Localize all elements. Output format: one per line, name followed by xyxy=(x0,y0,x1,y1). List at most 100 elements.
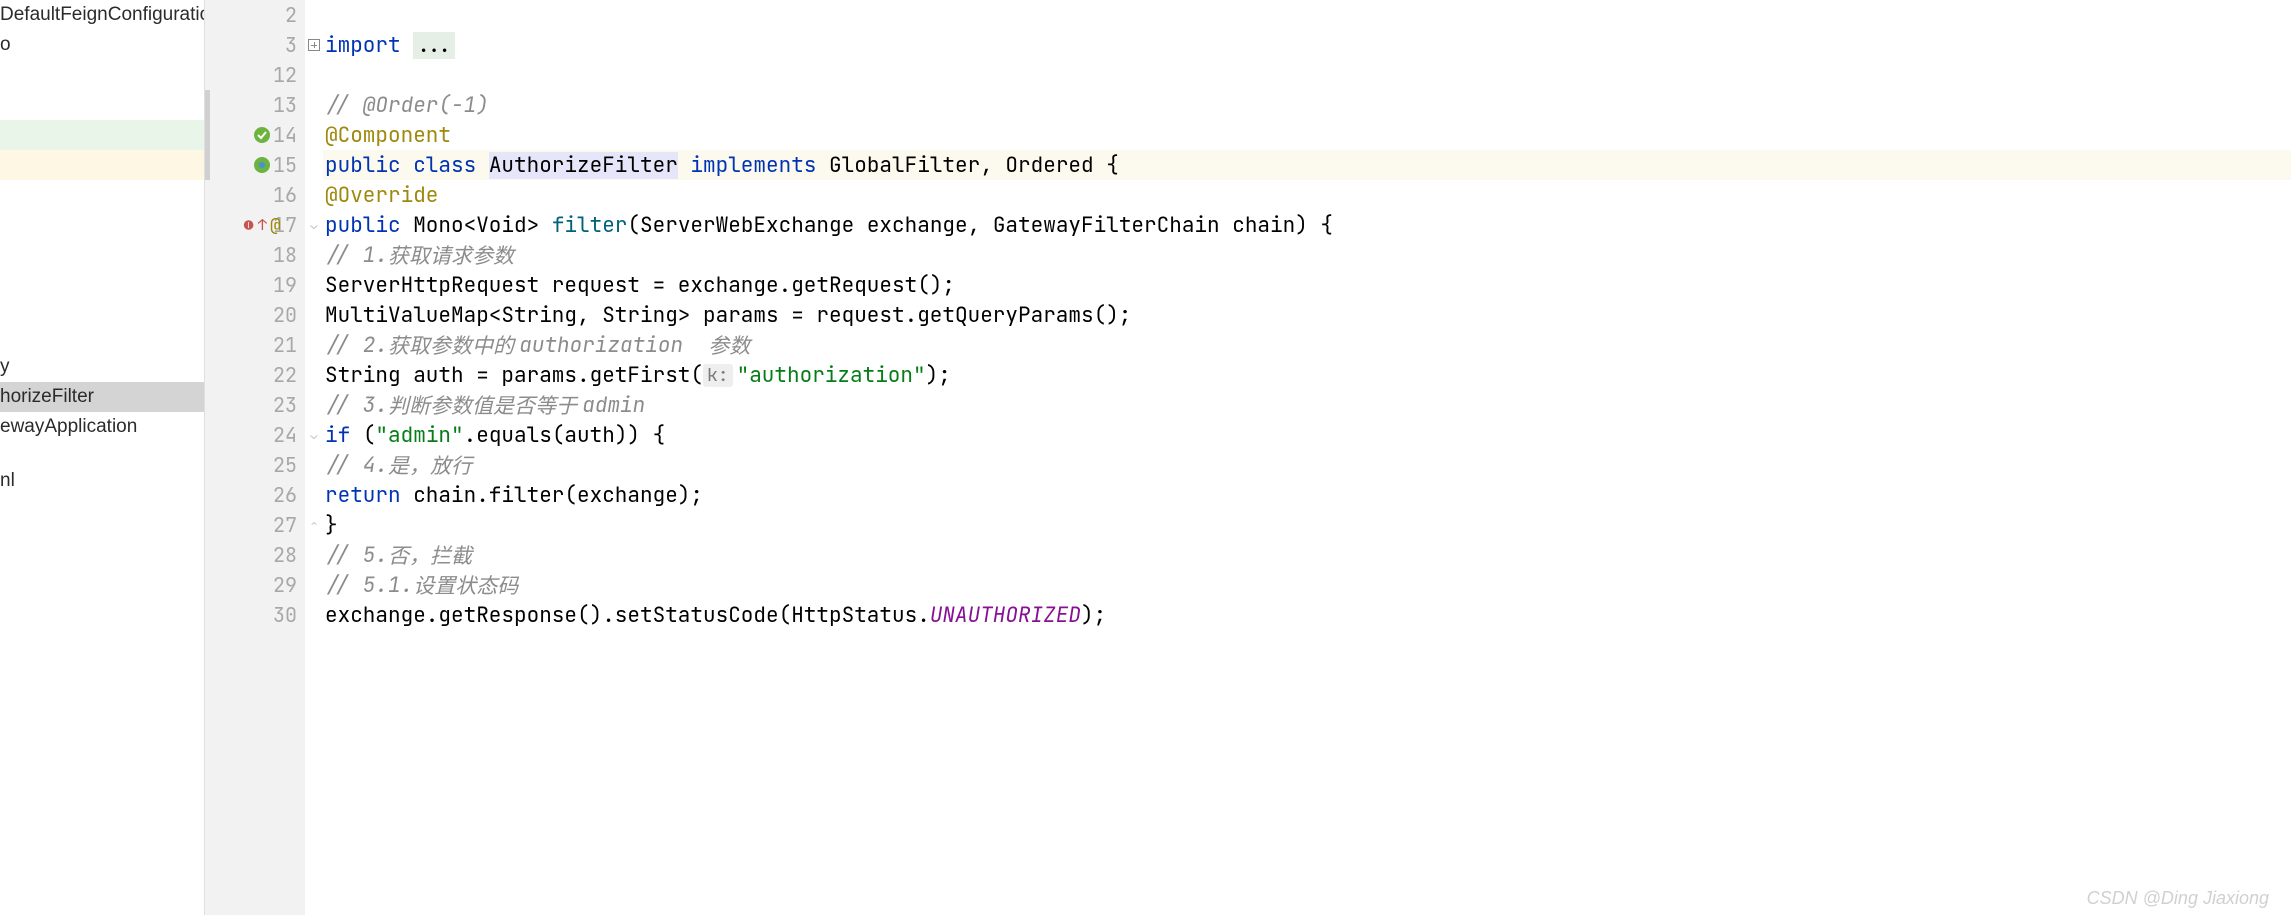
spring-bean-icon[interactable] xyxy=(252,125,272,145)
tree-label: DefaultFeignConfiguratio xyxy=(0,4,205,26)
line-number: 12 xyxy=(261,62,297,88)
line-number: 29 xyxy=(261,572,297,598)
tree-item-selected[interactable]: horizeFilter xyxy=(0,382,204,412)
fold-column[interactable]: ⌄ ⌄ ⌃ xyxy=(305,0,323,915)
code-line[interactable]: exchange.getResponse().setStatusCode(Htt… xyxy=(323,600,2291,630)
code-text: exchange.getResponse().setStatusCode(Htt… xyxy=(325,602,930,629)
code-line[interactable]: } xyxy=(323,510,2291,540)
code-line[interactable]: ServerHttpRequest request = exchange.get… xyxy=(323,270,2291,300)
comment: 设置状态码 xyxy=(413,570,518,600)
keyword: import xyxy=(325,32,413,59)
keyword: public xyxy=(325,152,413,179)
code-line[interactable]: // @Order(-1) xyxy=(323,90,2291,120)
tree-item[interactable]: nl xyxy=(0,466,204,496)
tree-item[interactable]: y xyxy=(0,352,204,382)
annotation: @Component xyxy=(325,122,451,149)
code-text: MultiValueMap<String, String> params = r… xyxy=(325,302,1131,329)
comment: 是，放行 xyxy=(388,450,472,480)
line-number: 23 xyxy=(261,392,297,418)
watermark: CSDN @Ding Jiaxiong xyxy=(2087,888,2269,909)
code-line-current[interactable]: public class AuthorizeFilter implements … xyxy=(323,150,2291,180)
comment: // 3. xyxy=(325,392,388,419)
comment: admin xyxy=(582,392,645,419)
code-line[interactable]: public Mono<Void> filter(ServerWebExchan… xyxy=(323,210,2291,240)
spring-component-icon[interactable] xyxy=(252,155,272,175)
code-text: chain.filter(exchange); xyxy=(413,482,703,509)
folded-imports[interactable]: ... xyxy=(413,32,455,59)
tree-item[interactable]: ewayApplication xyxy=(0,412,204,442)
line-number: 25 xyxy=(261,452,297,478)
annotation: @Override xyxy=(325,182,438,209)
code-line[interactable]: String auth = params.getFirst(k:"authori… xyxy=(323,360,2291,390)
ide-layout: DefaultFeignConfiguratio o y horizeFilte… xyxy=(0,0,2291,915)
tree-item[interactable]: o xyxy=(0,30,204,60)
override-icon[interactable]: I ↑ @ xyxy=(243,214,281,237)
code-line[interactable]: // 4.是，放行 xyxy=(323,450,2291,480)
tree-item xyxy=(0,60,204,120)
code-line[interactable]: import ... xyxy=(323,30,2291,60)
tree-item[interactable]: DefaultFeignConfiguratio xyxy=(0,0,204,30)
code-line[interactable]: @Override xyxy=(323,180,2291,210)
comment: // @Order(-1) xyxy=(325,92,489,119)
tree-spacer xyxy=(0,180,204,352)
line-number: 16 xyxy=(261,182,297,208)
tree-label: horizeFilter xyxy=(0,386,94,408)
code-text: String auth = params.getFirst( xyxy=(325,362,703,389)
code-line[interactable]: // 5.1.设置状态码 xyxy=(323,570,2291,600)
code-line[interactable] xyxy=(323,0,2291,30)
code-text: GlobalFilter, Ordered { xyxy=(829,152,1119,179)
keyword: return xyxy=(325,482,413,509)
code-line[interactable]: MultiValueMap<String, String> params = r… xyxy=(323,300,2291,330)
line-number: 13 xyxy=(261,92,297,118)
line-number: 22 xyxy=(261,362,297,388)
keyword: if xyxy=(325,422,363,449)
comment: 否，拦截 xyxy=(388,540,472,570)
line-number: 27 xyxy=(261,512,297,538)
comment: 获取参数中的 xyxy=(388,330,519,360)
svg-text:I: I xyxy=(247,221,249,230)
comment: // 5. xyxy=(325,542,388,569)
comment: // 4. xyxy=(325,452,388,479)
line-number: 28 xyxy=(261,542,297,568)
method-signature: (ServerWebExchange exchange, GatewayFilt… xyxy=(627,212,1333,239)
tree-item-changed[interactable] xyxy=(0,150,204,180)
comment: authorization xyxy=(519,332,708,359)
keyword: implements xyxy=(678,152,829,179)
tree-label: y xyxy=(0,356,10,378)
tree-spacer xyxy=(0,442,204,466)
fold-collapse-icon[interactable]: ⌄ xyxy=(310,427,317,443)
code-text: } xyxy=(325,512,338,539)
comment: // 5.1. xyxy=(325,572,413,599)
code-line[interactable]: return chain.filter(exchange); xyxy=(323,480,2291,510)
line-number: 3 xyxy=(261,32,297,58)
tree-label: nl xyxy=(0,470,15,492)
code-line[interactable]: // 3.判断参数值是否等于 admin xyxy=(323,390,2291,420)
code-text: .equals(auth)) { xyxy=(464,422,666,449)
code-text: ); xyxy=(1081,602,1106,629)
fold-collapse-icon[interactable]: ⌄ xyxy=(310,217,317,233)
code-line[interactable]: @Component xyxy=(323,120,2291,150)
code-line[interactable]: // 5.否，拦截 xyxy=(323,540,2291,570)
line-number: 21 xyxy=(261,332,297,358)
code-text: ( xyxy=(363,422,376,449)
line-number: 20 xyxy=(261,302,297,328)
code-line[interactable]: // 1.获取请求参数 xyxy=(323,240,2291,270)
line-number: 19 xyxy=(261,272,297,298)
editor-gutter[interactable]: 2 3 12 13 14 15 16 17 I ↑ @ 18 19 20 21 … xyxy=(205,0,305,915)
fold-expand-icon[interactable] xyxy=(308,39,320,51)
comment: // 2. xyxy=(325,332,388,359)
tree-item-changed[interactable] xyxy=(0,120,204,150)
code-editor[interactable]: import ... // @Order(-1) @Component publ… xyxy=(323,0,2291,915)
method-name: filter xyxy=(552,212,628,239)
fold-end-icon[interactable]: ⌃ xyxy=(310,517,317,533)
tree-label: o xyxy=(0,34,11,56)
line-number: 18 xyxy=(261,242,297,268)
constant: UNAUTHORIZED xyxy=(930,602,1081,629)
code-line[interactable]: // 2.获取参数中的 authorization 参数 xyxy=(323,330,2291,360)
comment: 参数 xyxy=(708,330,750,360)
string-literal: "authorization" xyxy=(737,362,926,389)
code-line[interactable]: if ("admin".equals(auth)) { xyxy=(323,420,2291,450)
project-tree[interactable]: DefaultFeignConfiguratio o y horizeFilte… xyxy=(0,0,205,915)
code-line[interactable] xyxy=(323,60,2291,90)
return-type: Mono<Void> xyxy=(413,212,552,239)
